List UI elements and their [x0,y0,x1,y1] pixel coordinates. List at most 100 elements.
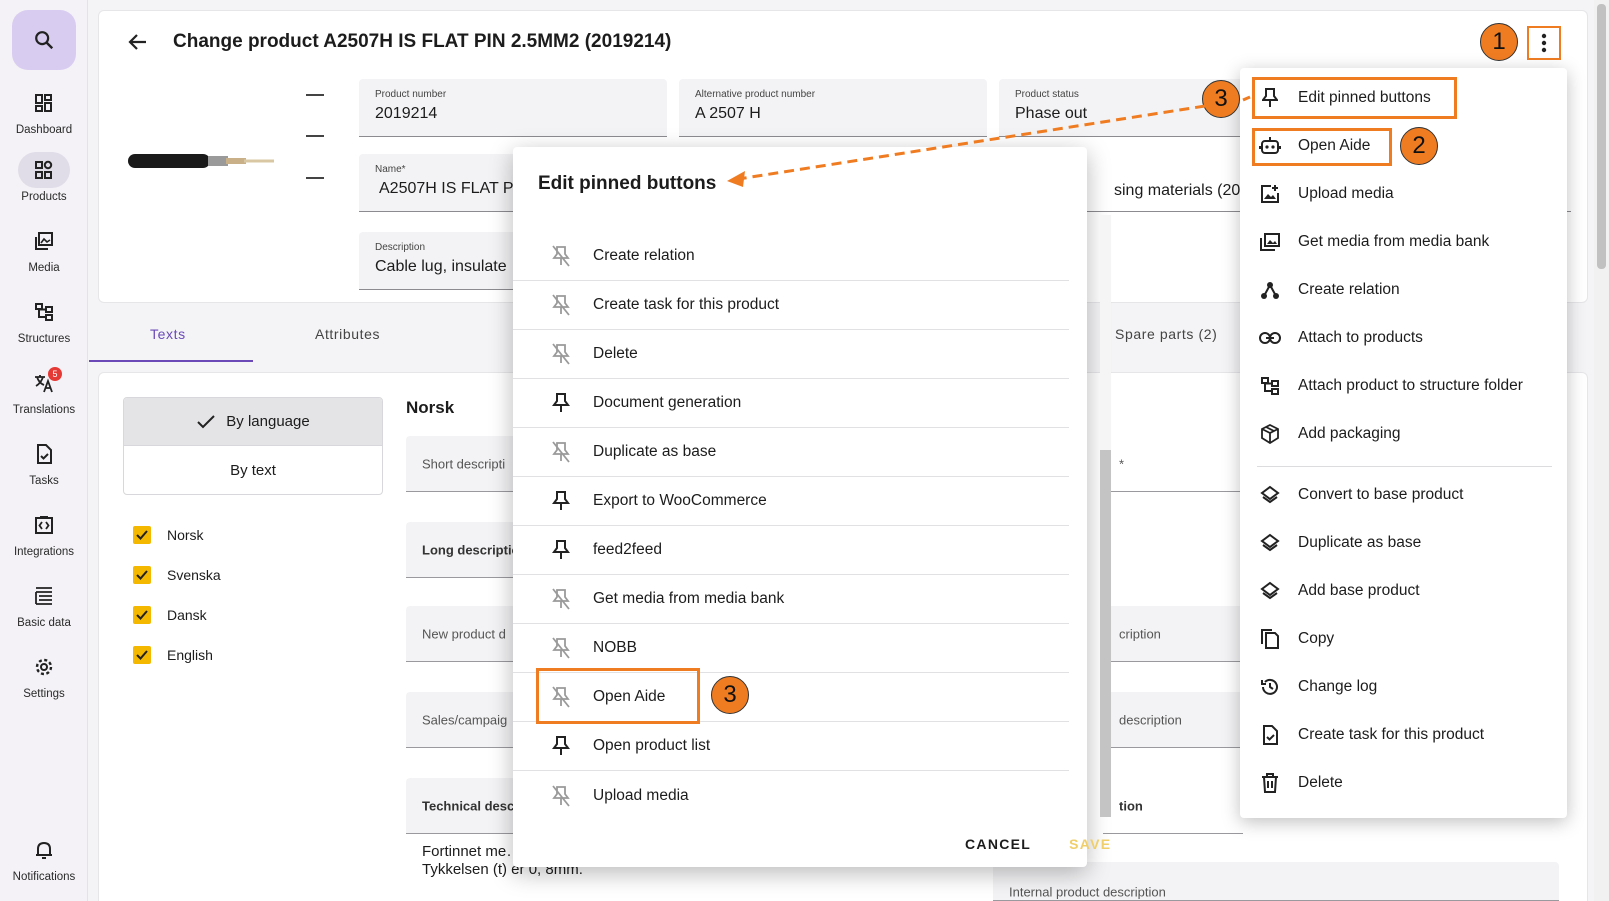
rail-item-products[interactable]: Products [0,152,88,214]
rail-item-basic-data[interactable]: Basic data [0,578,88,640]
by-text-option[interactable]: By text [124,446,382,494]
list-item[interactable]: Delete [513,330,1069,379]
new-product-description-field[interactable]: New product d [406,606,516,662]
rail-item-settings[interactable]: Settings [0,649,88,711]
pin-icon[interactable] [547,389,575,417]
annotation-step-3-menu: 3 [1202,80,1240,118]
pin-off-icon[interactable] [547,585,575,613]
list-item[interactable]: Open product list [513,722,1069,771]
right-text-field[interactable]: * [1103,436,1243,492]
rail-item-tasks[interactable]: Tasks [0,436,88,498]
search-button[interactable] [12,10,76,70]
tab-spare-parts[interactable]: Spare parts (2) [1115,326,1217,342]
short-description-field[interactable]: Short descripti [406,436,516,492]
list-item[interactable]: Create relation [513,232,1069,281]
name-field[interactable]: Name* A2507H IS FLAT P [359,154,519,212]
page-scrollbar-thumb[interactable] [1597,4,1606,269]
pin-off-icon[interactable] [547,438,575,466]
field-label: cription [1119,626,1161,641]
menu-item-add-packaging[interactable]: Add packaging [1240,410,1567,458]
menu-item-attach-structure-folder[interactable]: Attach product to structure folder [1240,362,1567,410]
language-section-title: Norsk [406,398,455,417]
structure-icon [1258,374,1282,398]
sales-campaign-field[interactable]: Sales/campaig [406,692,516,748]
right-text-field[interactable]: cription [1103,606,1243,662]
menu-item-delete[interactable]: Delete [1240,759,1567,807]
internal-description-field[interactable]: Internal product description [993,862,1559,901]
cancel-button[interactable]: CANCEL [965,836,1031,852]
translations-badge: 5 [48,367,62,381]
list-item[interactable]: Document generation [513,379,1069,428]
menu-item-duplicate-as-base[interactable]: Duplicate as base [1240,519,1567,567]
language-checkbox-english[interactable]: English [133,644,213,666]
dialog-scrollbar-thumb[interactable] [1100,450,1111,817]
by-language-option[interactable]: By language [124,398,382,446]
product-number-field[interactable]: Product number 2019214 [359,79,667,137]
history-icon [1258,675,1282,699]
pin-icon[interactable] [547,487,575,515]
field-label: tion [1119,798,1143,813]
language-checkbox-svenska[interactable]: Svenska [133,564,221,586]
menu-item-attach-to-products[interactable]: Attach to products [1240,314,1567,362]
pin-icon[interactable] [547,732,575,760]
save-button[interactable]: SAVE [1069,836,1111,852]
more-actions-button[interactable] [1527,26,1561,60]
list-item[interactable]: feed2feed [513,526,1069,575]
rail-item-integrations[interactable]: Integrations [0,507,88,569]
language-label: Norsk [167,527,204,543]
menu-item-get-media[interactable]: Get media from media bank [1240,218,1567,266]
tab-attributes[interactable]: Attributes [315,326,380,342]
list-item[interactable]: NOBB [513,624,1069,673]
rail-item-structures[interactable]: Structures [0,294,88,356]
dashboard-icon [35,94,52,112]
tab-texts[interactable]: Texts [150,326,186,342]
thumbnail-indicator[interactable] [306,177,324,179]
rail-label: Structures [17,333,71,345]
alt-product-number-field[interactable]: Alternative product number A 2507 H [679,79,987,137]
list-item[interactable]: Create task for this product [513,281,1069,330]
technical-description-field[interactable]: Technical desc [406,778,516,834]
pin-off-icon[interactable] [547,242,575,270]
field-label: Product number [375,89,447,100]
back-button[interactable] [126,30,150,54]
rail-item-dashboard[interactable]: Dashboard [0,85,88,147]
annotation-highlight-open-aide-menu [1252,128,1392,166]
pin-off-icon[interactable] [547,634,575,662]
long-description-field[interactable]: Long descriptio [406,522,520,578]
rail-item-media[interactable]: Media [0,223,88,285]
task-icon [1258,723,1282,747]
menu-item-upload-media[interactable]: Upload media [1240,170,1567,218]
menu-item-add-base-product[interactable]: Add base product [1240,567,1567,615]
language-checkbox-dansk[interactable]: Dansk [133,604,207,626]
pin-off-icon[interactable] [547,782,575,810]
pin-off-icon[interactable] [547,291,575,319]
rail-item-notifications[interactable]: Notifications [0,832,88,894]
menu-item-create-task[interactable]: Create task for this product [1240,711,1567,759]
page-title: Change product A2507H IS FLAT PIN 2.5MM2… [173,31,672,52]
pin-off-icon[interactable] [547,340,575,368]
list-item[interactable]: Upload media [513,771,1069,820]
language-checkbox-norsk[interactable]: Norsk [133,524,204,546]
field-value: A 2507 H [695,105,761,122]
menu-item-convert-to-base[interactable]: Convert to base product [1240,471,1567,519]
item-label: Duplicate as base [593,443,717,460]
menu-item-change-log[interactable]: Change log [1240,663,1567,711]
rail-label: Settings [23,688,65,700]
list-item[interactable]: Duplicate as base [513,428,1069,477]
right-text-field[interactable]: tion [1103,778,1243,834]
add-photo-icon [1258,182,1282,206]
menu-item-copy[interactable]: Copy [1240,615,1567,663]
page-scrollbar[interactable] [1594,0,1609,901]
right-text-field[interactable]: description [1103,692,1243,748]
description-field[interactable]: Description Cable lug, insulate [359,232,519,290]
menu-item-create-relation[interactable]: Create relation [1240,266,1567,314]
list-item[interactable]: Get media from media bank [513,575,1069,624]
thumbnail-indicator[interactable] [306,135,324,137]
pin-icon[interactable] [547,536,575,564]
photo-library-icon [1258,230,1282,254]
check-icon [197,414,216,428]
thumbnail-indicator[interactable] [306,94,324,96]
item-label: Create task for this product [593,296,780,313]
list-item[interactable]: Export to WooCommerce [513,477,1069,526]
rail-item-translations[interactable]: 5 Translations [0,365,88,427]
